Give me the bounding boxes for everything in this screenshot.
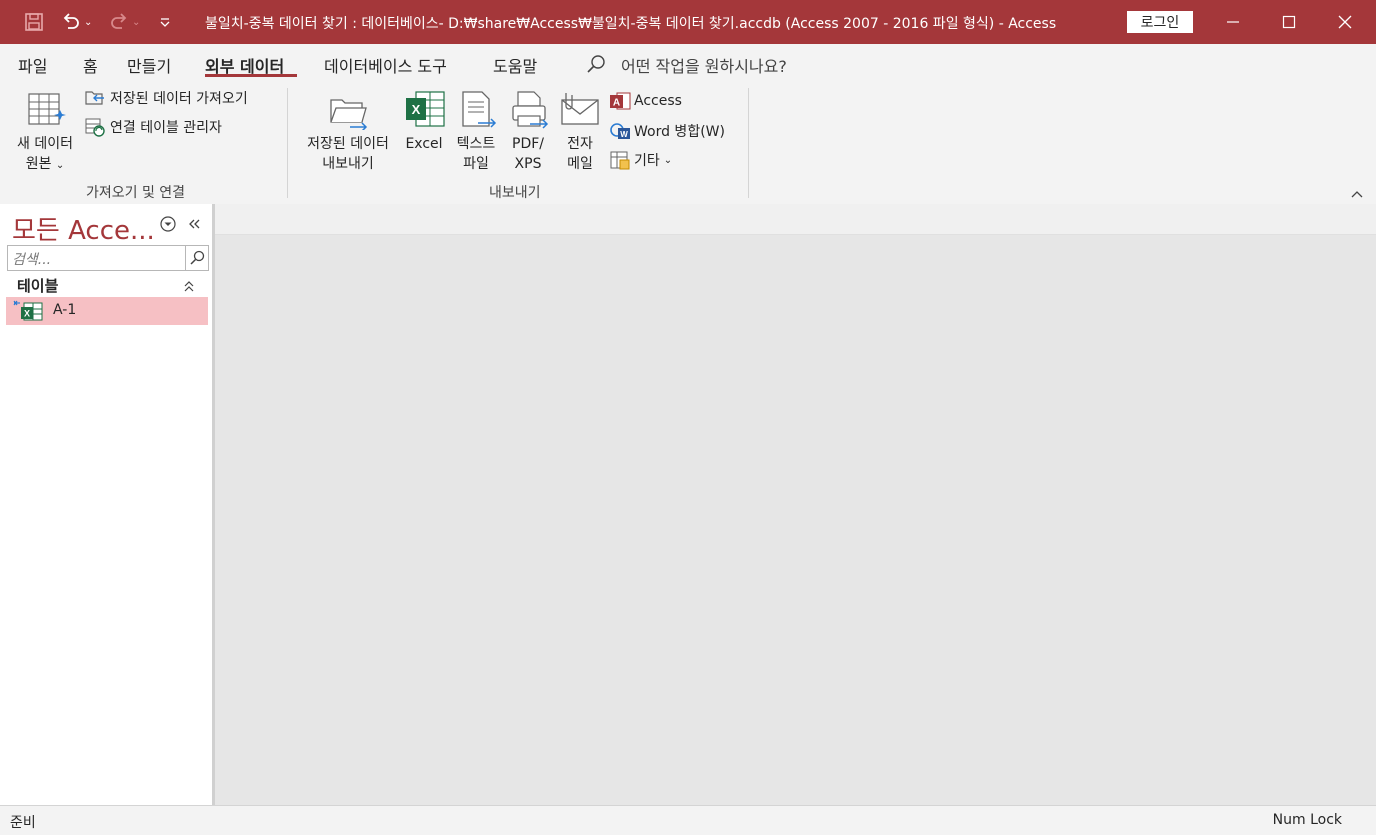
maximize-icon bbox=[1282, 15, 1296, 29]
export-email-label-2: 메일 bbox=[567, 156, 593, 172]
nav-item-label: A-1 bbox=[53, 302, 77, 318]
saved-exports-label-1: 저장된 데이터 bbox=[307, 136, 389, 152]
tell-me-box[interactable]: 어떤 작업을 원하시나요? bbox=[621, 53, 787, 77]
minimize-icon bbox=[1227, 21, 1239, 23]
nav-pane-title[interactable]: 모든 Acce... bbox=[12, 210, 155, 247]
customize-dropdown-icon bbox=[160, 18, 170, 27]
word-merge-icon: W bbox=[610, 123, 630, 139]
chevron-down-icon: ⌄ bbox=[55, 160, 65, 171]
navigation-pane: 모든 Acce... 검색... 테이블 X A-1 bbox=[0, 204, 215, 805]
ribbon: 새 데이터 원본 ⌄ 저장된 데이터 가져오기 연결 테이블 관리자 가져오기 … bbox=[0, 84, 1376, 205]
status-bar: 준비 Num Lock bbox=[0, 805, 1376, 835]
active-tab-indicator bbox=[205, 74, 297, 77]
export-excel-button[interactable]: X Excel bbox=[400, 88, 448, 174]
export-email-label-1: 전자 bbox=[567, 136, 593, 152]
login-button[interactable]: 로그인 bbox=[1127, 11, 1193, 33]
status-num-lock: Num Lock bbox=[1272, 812, 1342, 828]
linked-table-manager-icon bbox=[85, 118, 105, 137]
chevron-down-icon: ⌄ bbox=[663, 154, 673, 166]
svg-text:X: X bbox=[412, 102, 421, 117]
saved-imports-icon bbox=[85, 91, 104, 105]
group-divider bbox=[287, 88, 288, 198]
linked-table-manager-button[interactable]: 연결 테이블 관리자 bbox=[84, 117, 222, 137]
saved-exports-label-2: 내보내기 bbox=[322, 156, 374, 172]
svg-text:A: A bbox=[613, 98, 620, 109]
undo-dropdown-icon[interactable]: ⌄ bbox=[84, 17, 92, 28]
tab-home[interactable]: 홈 bbox=[83, 53, 98, 77]
new-table-source-icon bbox=[28, 93, 66, 125]
title-bar: ⌄ ⌄ 불일치-중복 데이터 찾기 : 데이터베이스- D:₩share₩Acc… bbox=[0, 0, 1376, 44]
excel-icon: X bbox=[406, 91, 445, 127]
svg-text:X: X bbox=[24, 309, 30, 319]
search-icon bbox=[587, 55, 605, 73]
redo-icon bbox=[111, 13, 127, 29]
export-pdf-button[interactable]: PDF/ XPS bbox=[504, 88, 552, 174]
saved-imports-button[interactable]: 저장된 데이터 가져오기 bbox=[84, 88, 248, 108]
customize-qat-button[interactable] bbox=[158, 0, 172, 44]
nav-search-placeholder: 검색... bbox=[12, 252, 52, 268]
word-merge-label: Word 병합(W) bbox=[634, 124, 725, 140]
tab-create[interactable]: 만들기 bbox=[127, 53, 171, 77]
redo-dropdown-icon[interactable]: ⌄ bbox=[132, 17, 140, 28]
shutter-bar-close-icon[interactable] bbox=[187, 217, 201, 231]
nav-item-a-1[interactable]: X A-1 bbox=[6, 297, 208, 325]
save-icon bbox=[25, 13, 43, 31]
export-access-label: Access bbox=[634, 93, 682, 109]
tab-file[interactable]: 파일 bbox=[18, 53, 47, 77]
collapse-section-icon[interactable] bbox=[183, 279, 195, 293]
nav-menu-dropdown-icon[interactable] bbox=[159, 215, 177, 233]
linked-excel-table-icon: X bbox=[13, 300, 43, 321]
redo-button[interactable]: ⌄ bbox=[108, 0, 140, 44]
new-data-source-button[interactable]: 새 데이터 원본 ⌄ bbox=[8, 88, 82, 174]
export-text-label-2: 파일 bbox=[463, 156, 489, 172]
search-icon bbox=[190, 250, 205, 265]
tab-database-tools[interactable]: 데이터베이스 도구 bbox=[324, 53, 447, 77]
saved-imports-label: 저장된 데이터 가져오기 bbox=[110, 91, 248, 107]
menu-bar: 파일 홈 만들기 외부 데이터 데이터베이스 도구 도움말 어떤 작업을 원하시… bbox=[0, 44, 1376, 84]
linked-table-manager-label: 연결 테이블 관리자 bbox=[110, 120, 222, 136]
export-pdf-label-1: PDF/ bbox=[512, 136, 544, 152]
save-button[interactable] bbox=[24, 0, 44, 44]
import-group-label: 가져오기 및 연결 bbox=[86, 185, 186, 201]
saved-exports-icon bbox=[330, 99, 368, 130]
new-data-source-label-2-wrap: 원본 ⌄ bbox=[8, 154, 82, 176]
nav-search-button[interactable] bbox=[185, 246, 208, 270]
close-button[interactable] bbox=[1317, 0, 1373, 44]
pdf-xps-icon bbox=[512, 91, 549, 129]
nav-search-field[interactable]: 검색... bbox=[7, 245, 209, 271]
undo-icon bbox=[63, 13, 79, 29]
export-text-label-1: 텍스트 bbox=[456, 136, 496, 152]
minimize-button[interactable] bbox=[1205, 0, 1261, 44]
export-access-button[interactable]: A Access bbox=[609, 91, 682, 111]
export-email-button[interactable]: 전자 메일 bbox=[556, 88, 604, 174]
more-export-button[interactable]: 기타 ⌄ bbox=[609, 150, 672, 170]
maximize-button[interactable] bbox=[1261, 0, 1317, 44]
status-ready: 준비 bbox=[10, 815, 36, 831]
more-formats-icon bbox=[610, 151, 630, 170]
undo-button[interactable]: ⌄ bbox=[60, 0, 92, 44]
more-export-label: 기타 bbox=[634, 153, 660, 169]
tables-section-header[interactable]: 테이블 bbox=[17, 275, 58, 296]
export-pdf-label-2: XPS bbox=[514, 156, 542, 172]
text-file-icon bbox=[462, 91, 497, 128]
close-icon bbox=[1338, 15, 1352, 29]
new-data-source-label-2: 원본 bbox=[25, 156, 52, 172]
collapse-ribbon-icon[interactable] bbox=[1350, 188, 1364, 200]
export-excel-label: Excel bbox=[405, 136, 443, 152]
window-title: 불일치-중복 데이터 찾기 : 데이터베이스- D:₩share₩Access₩… bbox=[205, 16, 1057, 32]
export-group-label: 내보내기 bbox=[489, 185, 541, 201]
new-data-source-label-1: 새 데이터 bbox=[17, 136, 73, 152]
document-tab-strip bbox=[215, 204, 1376, 235]
email-icon bbox=[561, 93, 599, 125]
group-divider bbox=[748, 88, 749, 198]
word-merge-button[interactable]: W Word 병합(W) bbox=[609, 121, 725, 141]
access-icon: A bbox=[610, 92, 631, 110]
export-text-button[interactable]: 텍스트 파일 bbox=[450, 88, 502, 174]
main-workspace bbox=[215, 204, 1376, 805]
svg-text:W: W bbox=[620, 130, 628, 139]
saved-exports-button[interactable]: 저장된 데이터 내보내기 bbox=[298, 88, 398, 174]
tab-help[interactable]: 도움말 bbox=[493, 53, 537, 77]
